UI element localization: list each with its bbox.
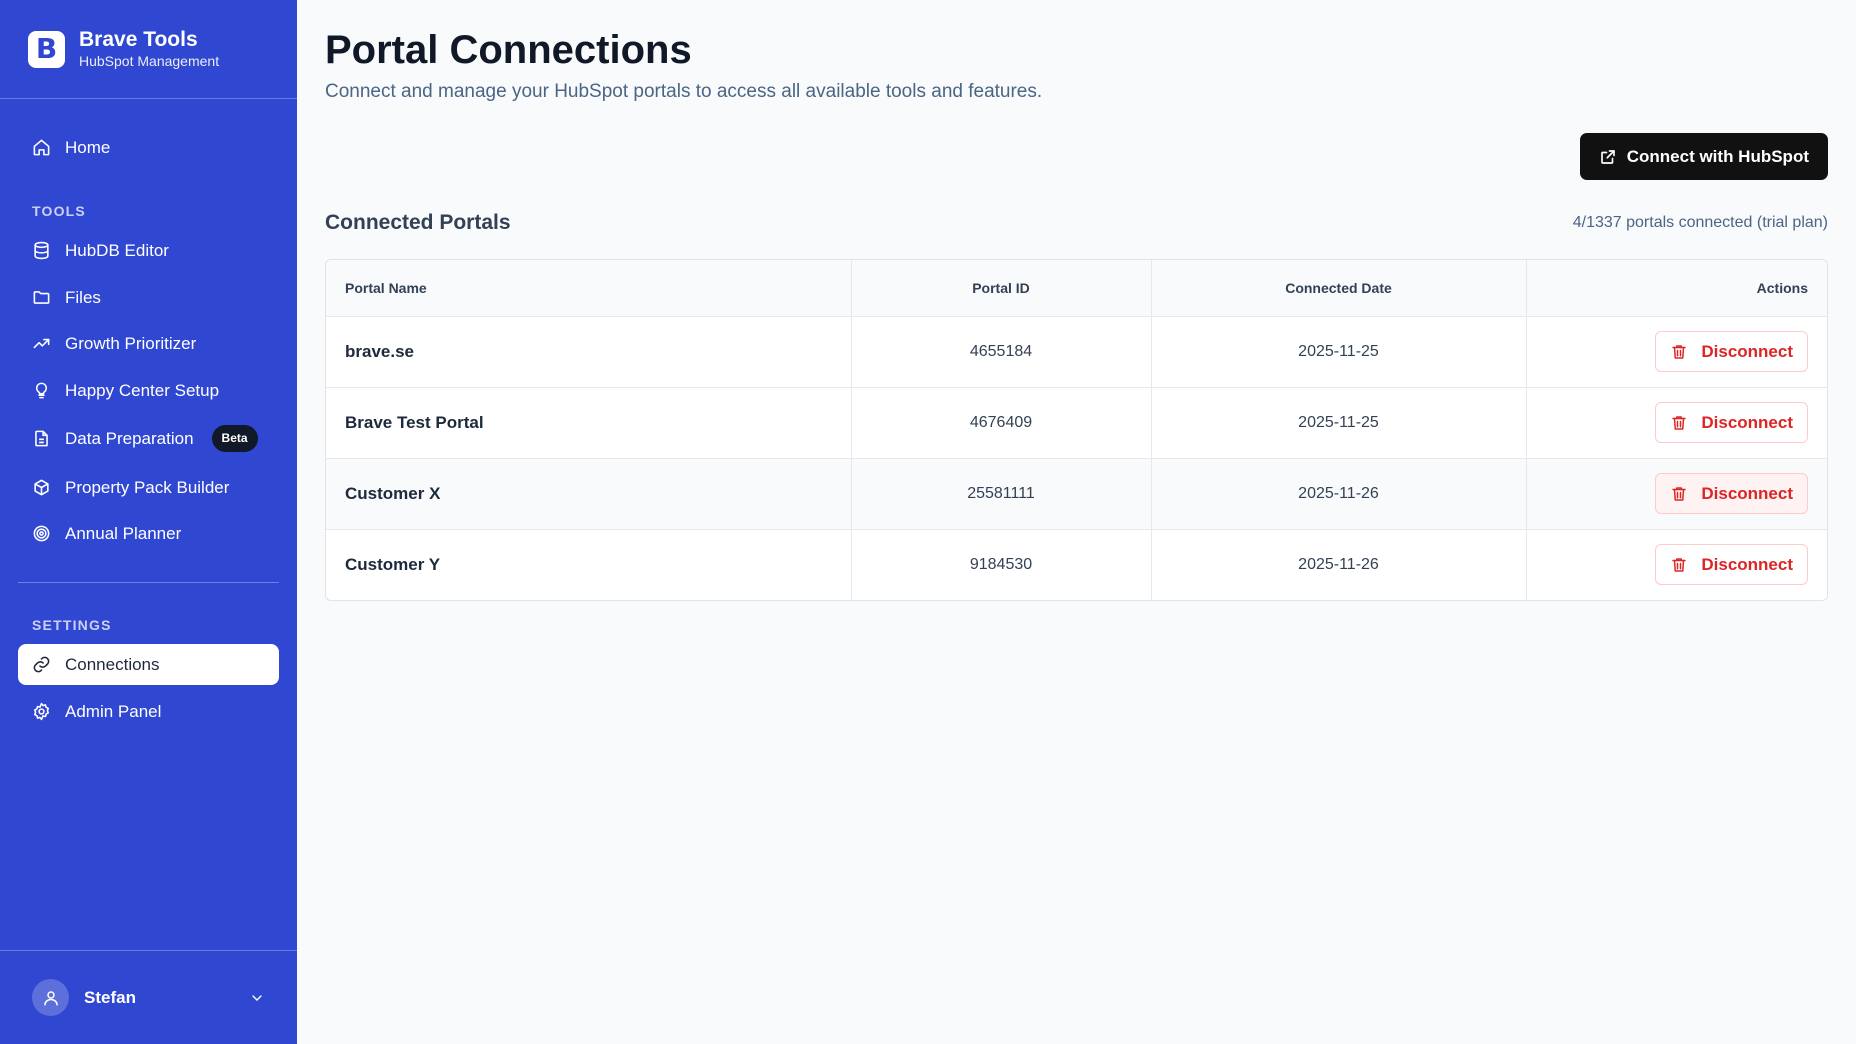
sidebar: B Brave Tools HubSpot Management Home TO… — [0, 0, 297, 1044]
disconnect-button[interactable]: Disconnect — [1655, 544, 1808, 586]
column-header-portal-name: Portal Name — [326, 260, 852, 316]
portal-name: Customer X — [326, 457, 852, 529]
connected-date: 2025-11-25 — [1151, 315, 1527, 387]
beta-badge: Beta — [211, 425, 258, 452]
connected-date: 2025-11-26 — [1151, 528, 1527, 600]
disconnect-button[interactable]: Disconnect — [1655, 473, 1808, 514]
trending-up-icon — [33, 338, 50, 349]
sidebar-item-admin-panel[interactable]: Admin Panel — [18, 691, 279, 732]
portal-name: brave.se — [326, 315, 852, 387]
sidebar-item-property-pack-builder[interactable]: Property Pack Builder — [18, 467, 279, 508]
trash-icon — [1672, 415, 1687, 430]
table-row: brave.se 4655184 2025-11-25 Disconnect — [326, 315, 1827, 387]
brand-logo: B — [28, 30, 65, 68]
sidebar-item-label: Home — [65, 137, 111, 157]
sidebar-item-home[interactable]: Home — [18, 127, 279, 168]
portal-name: Brave Test Portal — [326, 386, 852, 458]
connected-date: 2025-11-26 — [1151, 457, 1527, 529]
brand-subtitle: HubSpot Management — [79, 53, 220, 69]
column-header-portal-id: Portal ID — [851, 260, 1152, 316]
home-icon — [33, 139, 50, 156]
database-icon — [34, 241, 49, 260]
sidebar-item-label: HubDB Editor — [65, 240, 169, 260]
column-header-actions: Actions — [1526, 260, 1827, 316]
portal-id: 4676409 — [851, 386, 1152, 458]
sidebar-item-label: Happy Center Setup — [65, 380, 220, 400]
brand[interactable]: B Brave Tools HubSpot Management — [0, 0, 297, 99]
document-icon — [35, 430, 48, 447]
table-row: Customer Y 9184530 2025-11-26 Disconnect — [326, 528, 1827, 600]
sidebar-item-label: Admin Panel — [65, 701, 162, 721]
folder-icon — [33, 291, 50, 304]
sidebar-item-hubdb-editor[interactable]: HubDB Editor — [18, 230, 279, 271]
tools-heading: TOOLS — [32, 203, 86, 219]
portal-id: 25581111 — [851, 457, 1152, 529]
table-row: Brave Test Portal 4676409 2025-11-25 Dis… — [326, 386, 1827, 458]
trash-icon — [1672, 344, 1687, 359]
sidebar-item-label: Files — [65, 287, 101, 307]
user-name: Stefan — [84, 987, 136, 1007]
disconnect-label: Disconnect — [1701, 341, 1793, 361]
package-icon — [34, 479, 49, 496]
connected-date: 2025-11-25 — [1151, 386, 1527, 458]
main-content: Portal Connections Connect and manage yo… — [297, 0, 1856, 1044]
sidebar-item-growth-prioritizer[interactable]: Growth Prioritizer — [18, 323, 279, 364]
sidebar-item-label: Property Pack Builder — [65, 477, 230, 497]
portals-table: Portal Name Portal ID Connected Date Act… — [325, 259, 1828, 601]
column-header-connected-date: Connected Date — [1151, 260, 1527, 316]
lightbulb-icon — [35, 382, 48, 399]
user-menu[interactable]: Stefan — [0, 950, 297, 1044]
sidebar-item-label: Connections — [65, 654, 160, 674]
table-header-row: Portal Name Portal ID Connected Date Act… — [326, 260, 1827, 316]
sidebar-item-label: Annual Planner — [65, 523, 182, 543]
sidebar-item-label: Data Preparation — [65, 428, 194, 448]
trash-icon — [1672, 558, 1687, 572]
gear-icon — [33, 702, 50, 721]
portal-count: 4/1337 portals connected (trial plan) — [1572, 214, 1828, 231]
user-icon — [43, 990, 58, 1005]
page-title: Portal Connections — [325, 28, 692, 72]
sidebar-item-files[interactable]: Files — [18, 277, 279, 318]
target-icon — [33, 525, 50, 542]
sidebar-item-data-preparation[interactable]: Data Preparation Beta — [18, 418, 279, 459]
section-title: Connected Portals — [325, 211, 511, 234]
portal-id: 9184530 — [851, 528, 1152, 600]
disconnect-label: Disconnect — [1701, 483, 1793, 503]
sidebar-item-annual-planner[interactable]: Annual Planner — [18, 513, 279, 554]
table-row: Customer X 25581111 2025-11-26 Disconnec… — [326, 457, 1827, 529]
sidebar-item-connections[interactable]: Connections — [18, 644, 279, 685]
trash-icon — [1672, 486, 1687, 501]
link-icon — [33, 656, 50, 673]
disconnect-button[interactable]: Disconnect — [1655, 331, 1808, 372]
portal-name: Customer Y — [326, 528, 852, 600]
avatar — [32, 979, 69, 1016]
disconnect-label: Disconnect — [1701, 554, 1793, 574]
connect-hubspot-label: Connect with HubSpot — [1626, 146, 1809, 166]
disconnect-label: Disconnect — [1701, 412, 1793, 432]
connect-hubspot-button[interactable]: Connect with HubSpot — [1579, 133, 1828, 180]
sidebar-item-happy-center-setup[interactable]: Happy Center Setup — [18, 370, 279, 411]
brand-logo-letter: B — [35, 32, 58, 65]
disconnect-button[interactable]: Disconnect — [1655, 402, 1808, 443]
page-subtitle: Connect and manage your HubSpot portals … — [325, 81, 1043, 102]
brand-title: Brave Tools — [79, 28, 198, 51]
external-link-icon — [1600, 149, 1615, 164]
portal-id: 4655184 — [851, 315, 1152, 387]
sidebar-divider — [18, 582, 279, 583]
chevron-down-icon[interactable] — [249, 990, 265, 1006]
sidebar-item-label: Growth Prioritizer — [65, 333, 197, 353]
settings-heading: SETTINGS — [32, 617, 112, 633]
